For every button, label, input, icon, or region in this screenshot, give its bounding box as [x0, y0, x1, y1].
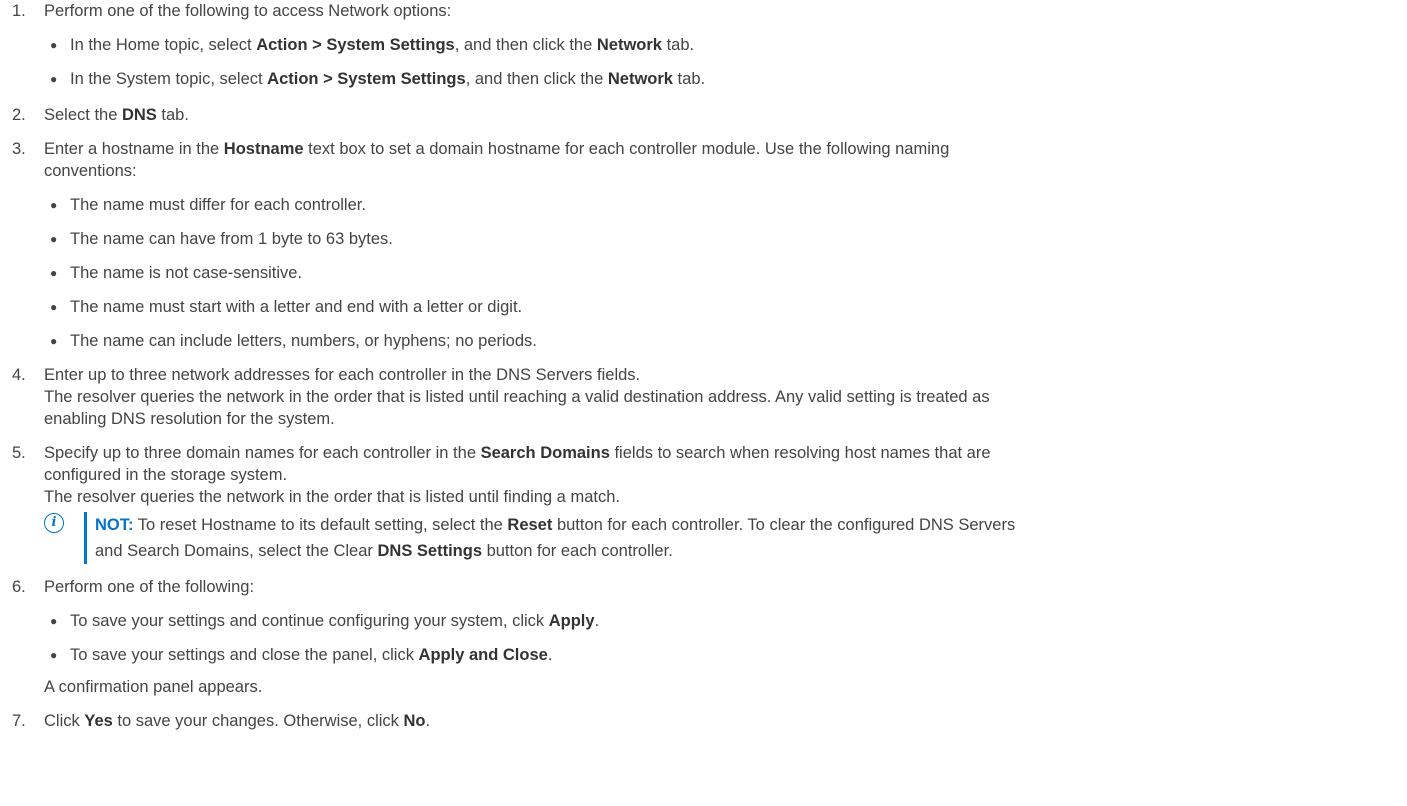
text-run: The name is not case-sensitive. [70, 264, 303, 282]
bullet-item: The name must start with a letter and en… [50, 296, 1407, 318]
text-run: To save your settings and continue confi… [70, 612, 549, 630]
info-icon: i [44, 513, 64, 533]
note-label: NOT: [95, 516, 134, 534]
text-run: . [425, 712, 431, 730]
ui-term: Hostname [223, 140, 304, 158]
step-text-line: Enter up to three network addresses for … [44, 364, 1407, 386]
step-number: 6. [12, 578, 26, 596]
step-number: 2. [12, 106, 26, 124]
ui-term: Apply [548, 612, 595, 630]
text-run: tab. [156, 106, 189, 124]
ui-term: Reset [507, 516, 553, 534]
step-1: 1. Perform one of the following to access… [8, 0, 1407, 90]
step-3: 3. Enter a hostname in the Hostname text … [8, 138, 1407, 352]
procedure-steps: 1. Perform one of the following to access… [8, 0, 1407, 732]
bullet-item: In the System topic, select Action > Sys… [50, 68, 1407, 90]
text-run: Specify up to three domain names for eac… [44, 444, 481, 462]
bullet-item: In the Home topic, select Action > Syste… [50, 34, 1407, 56]
ui-term: Action > System Settings [256, 36, 455, 54]
note-text-line: and Search Domains, select the Clear DNS… [95, 538, 1407, 564]
step-number: 4. [12, 366, 26, 384]
step-6: 6. Perform one of the following: To save y… [8, 576, 1407, 698]
step-text-line: Specify up to three domain names for eac… [44, 442, 1407, 464]
note-callout: i NOT: To reset Hostname to its default s… [44, 512, 1407, 564]
text-run: Enter up to three network addresses for … [44, 366, 641, 384]
text-run: enabling DNS resolution for the system. [44, 410, 335, 428]
step-text-line: configured in the storage system. [44, 464, 1407, 486]
text-run: , and then click the [454, 36, 597, 54]
text-run: button for each controller. [482, 542, 673, 560]
ui-term: DNS [121, 106, 157, 124]
step-number: 7. [12, 712, 26, 730]
text-run: tab. [661, 36, 695, 54]
text-run: text box to set a domain hostname for ea… [303, 140, 950, 158]
step-7: 7. Click Yes to save your changes. Otherw… [8, 710, 1407, 732]
text-run: . [594, 612, 600, 630]
step-text-line: A confirmation panel appears. [44, 676, 1407, 698]
text-run: button for each controller. To clear the… [552, 516, 1016, 534]
note-text-line: NOT: To reset Hostname to its default se… [95, 512, 1407, 538]
text-run: To reset Hostname to its default setting… [133, 516, 508, 534]
text-run: fields to search when resolving host nam… [609, 444, 991, 462]
ui-term: DNS Settings [377, 542, 482, 560]
ui-term: Network [607, 70, 673, 88]
step-text-line: Enter a hostname in the Hostname text bo… [44, 138, 1407, 160]
text-run: The name can include letters, numbers, o… [70, 332, 537, 350]
document-page: 1. Perform one of the following to access… [0, 0, 1407, 806]
step-text-line: Perform one of the following to access N… [44, 0, 1407, 22]
text-run: In the System topic, select [70, 70, 268, 88]
text-run: to save your changes. Otherwise, click [112, 712, 404, 730]
text-run: Select the [44, 106, 122, 124]
text-run: In the Home topic, select [70, 36, 257, 54]
step-number: 3. [12, 140, 26, 158]
step-number: 1. [12, 2, 26, 20]
text-run: configured in the storage system. [44, 466, 288, 484]
text-run: The name must start with a letter and en… [70, 298, 523, 316]
text-run: Enter a hostname in the [44, 140, 224, 158]
text-run: Perform one of the following to access N… [44, 2, 452, 20]
text-run: Perform one of the following: [44, 578, 255, 596]
text-run: The resolver queries the network in the … [44, 488, 620, 506]
step-text-line: enabling DNS resolution for the system. [44, 408, 1407, 430]
bullet-item: The name must differ for each controller… [50, 194, 1407, 216]
text-run: and Search Domains, select the Clear [95, 542, 378, 560]
ui-term: No [403, 712, 426, 730]
step-number: 5. [12, 444, 26, 462]
text-run: conventions: [44, 162, 137, 180]
step-text-line: The resolver queries the network in the … [44, 486, 1407, 508]
text-run: tab. [672, 70, 706, 88]
sub-bullet-list: The name must differ for each controller… [44, 194, 1407, 352]
step-text-line: Perform one of the following: [44, 576, 1407, 598]
bullet-item: The name is not case-sensitive. [50, 262, 1407, 284]
text-run: . [547, 646, 553, 664]
step-text-line: Select the DNS tab. [44, 104, 1407, 126]
step-text-line: conventions: [44, 160, 1407, 182]
ui-term: Apply and Close [418, 646, 548, 664]
ui-term: Action > System Settings [267, 70, 466, 88]
text-run: Click [44, 712, 85, 730]
bullet-item: To save your settings and close the pane… [50, 644, 1407, 666]
text-run: To save your settings and close the pane… [70, 646, 419, 664]
bullet-item: The name can have from 1 byte to 63 byte… [50, 228, 1407, 250]
step-2: 2. Select the DNS tab. [8, 104, 1407, 126]
text-run: , and then click the [465, 70, 608, 88]
ui-term: Yes [84, 712, 113, 730]
step-5: 5. Specify up to three domain names for e… [8, 442, 1407, 564]
sub-bullet-list: In the Home topic, select Action > Syste… [44, 34, 1407, 90]
bullet-item: The name can include letters, numbers, o… [50, 330, 1407, 352]
text-run: A confirmation panel appears. [44, 678, 263, 696]
ui-term: Network [596, 36, 662, 54]
sub-bullet-list: To save your settings and continue confi… [44, 610, 1407, 666]
bullet-item: To save your settings and continue confi… [50, 610, 1407, 632]
step-text-line: The resolver queries the network in the … [44, 386, 1407, 408]
text-run: The resolver queries the network in the … [44, 388, 990, 406]
ui-term: Search Domains [480, 444, 610, 462]
step-4: 4. Enter up to three network addresses fo… [8, 364, 1407, 430]
text-run: The name must differ for each controller… [70, 196, 366, 214]
text-run: The name can have from 1 byte to 63 byte… [70, 230, 393, 248]
note-body: NOT: To reset Hostname to its default se… [84, 512, 1407, 564]
step-text-line: Click Yes to save your changes. Otherwis… [44, 710, 1407, 732]
